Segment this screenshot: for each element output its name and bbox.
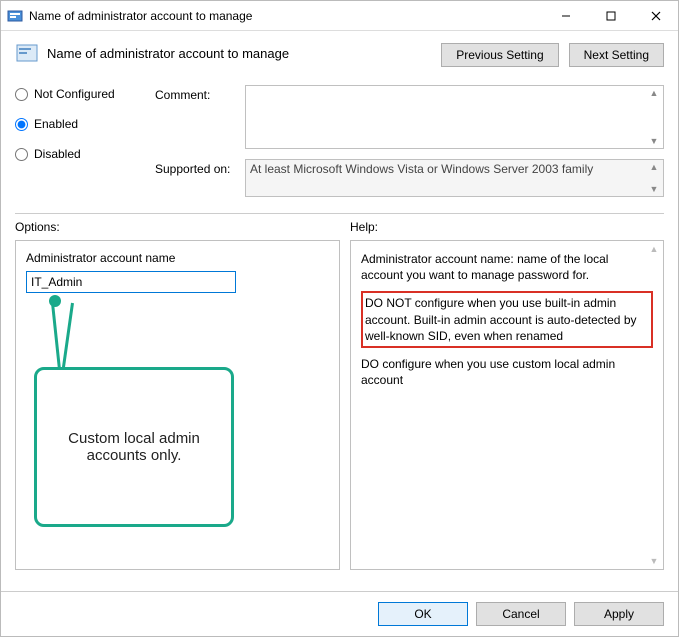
scrollbar[interactable]: ▲▼ — [647, 162, 661, 194]
help-heading: Help: — [350, 220, 378, 234]
maximize-button[interactable] — [588, 1, 633, 30]
footer: OK Cancel Apply — [1, 591, 678, 636]
help-paragraph-1: Administrator account name: name of the … — [361, 251, 653, 283]
radio-not-configured[interactable]: Not Configured — [15, 87, 155, 101]
annotation-pointer — [62, 303, 74, 371]
radio-disabled[interactable]: Disabled — [15, 147, 155, 161]
policy-title: Name of administrator account to manage — [47, 46, 289, 61]
radio-enabled[interactable]: Enabled — [15, 117, 155, 131]
admin-name-input[interactable] — [26, 271, 236, 293]
divider — [15, 213, 664, 214]
options-heading: Options: — [15, 220, 350, 234]
supported-label: Supported on: — [155, 159, 235, 176]
ok-button[interactable]: OK — [378, 602, 468, 626]
help-panel: Administrator account name: name of the … — [350, 240, 664, 570]
previous-setting-button[interactable]: Previous Setting — [441, 43, 558, 67]
cancel-button[interactable]: Cancel — [476, 602, 566, 626]
annotation-text: Custom local admin accounts only. — [53, 430, 215, 464]
comment-field[interactable]: ▲▼ — [245, 85, 664, 149]
scrollbar[interactable]: ▲▼ — [647, 88, 661, 146]
help-paragraph-highlighted: DO NOT configure when you use built-in a… — [361, 291, 653, 348]
apply-button[interactable]: Apply — [574, 602, 664, 626]
next-setting-button[interactable]: Next Setting — [569, 43, 664, 67]
supported-field: At least Microsoft Windows Vista or Wind… — [245, 159, 664, 197]
radio-enabled-input[interactable] — [15, 118, 28, 131]
annotation-pointer — [51, 303, 61, 371]
radio-disabled-label: Disabled — [34, 147, 81, 161]
app-icon — [7, 8, 23, 24]
radio-not-configured-label: Not Configured — [34, 87, 115, 101]
radio-disabled-input[interactable] — [15, 148, 28, 161]
scrollbar[interactable]: ▲▼ — [647, 243, 661, 567]
titlebar: Name of administrator account to manage — [1, 1, 678, 31]
radio-enabled-label: Enabled — [34, 117, 78, 131]
minimize-button[interactable] — [543, 1, 588, 30]
admin-name-label: Administrator account name — [26, 251, 329, 265]
supported-value: At least Microsoft Windows Vista or Wind… — [250, 162, 593, 176]
comment-label: Comment: — [155, 85, 235, 102]
help-paragraph-3: DO configure when you use custom local a… — [361, 356, 653, 388]
options-panel: Administrator account name Custom local … — [15, 240, 340, 570]
window-title: Name of administrator account to manage — [29, 9, 252, 23]
policy-icon — [15, 41, 39, 65]
annotation-callout: Custom local admin accounts only. — [34, 367, 234, 527]
dialog-window: Name of administrator account to manage … — [0, 0, 679, 637]
radio-not-configured-input[interactable] — [15, 88, 28, 101]
close-button[interactable] — [633, 1, 678, 30]
